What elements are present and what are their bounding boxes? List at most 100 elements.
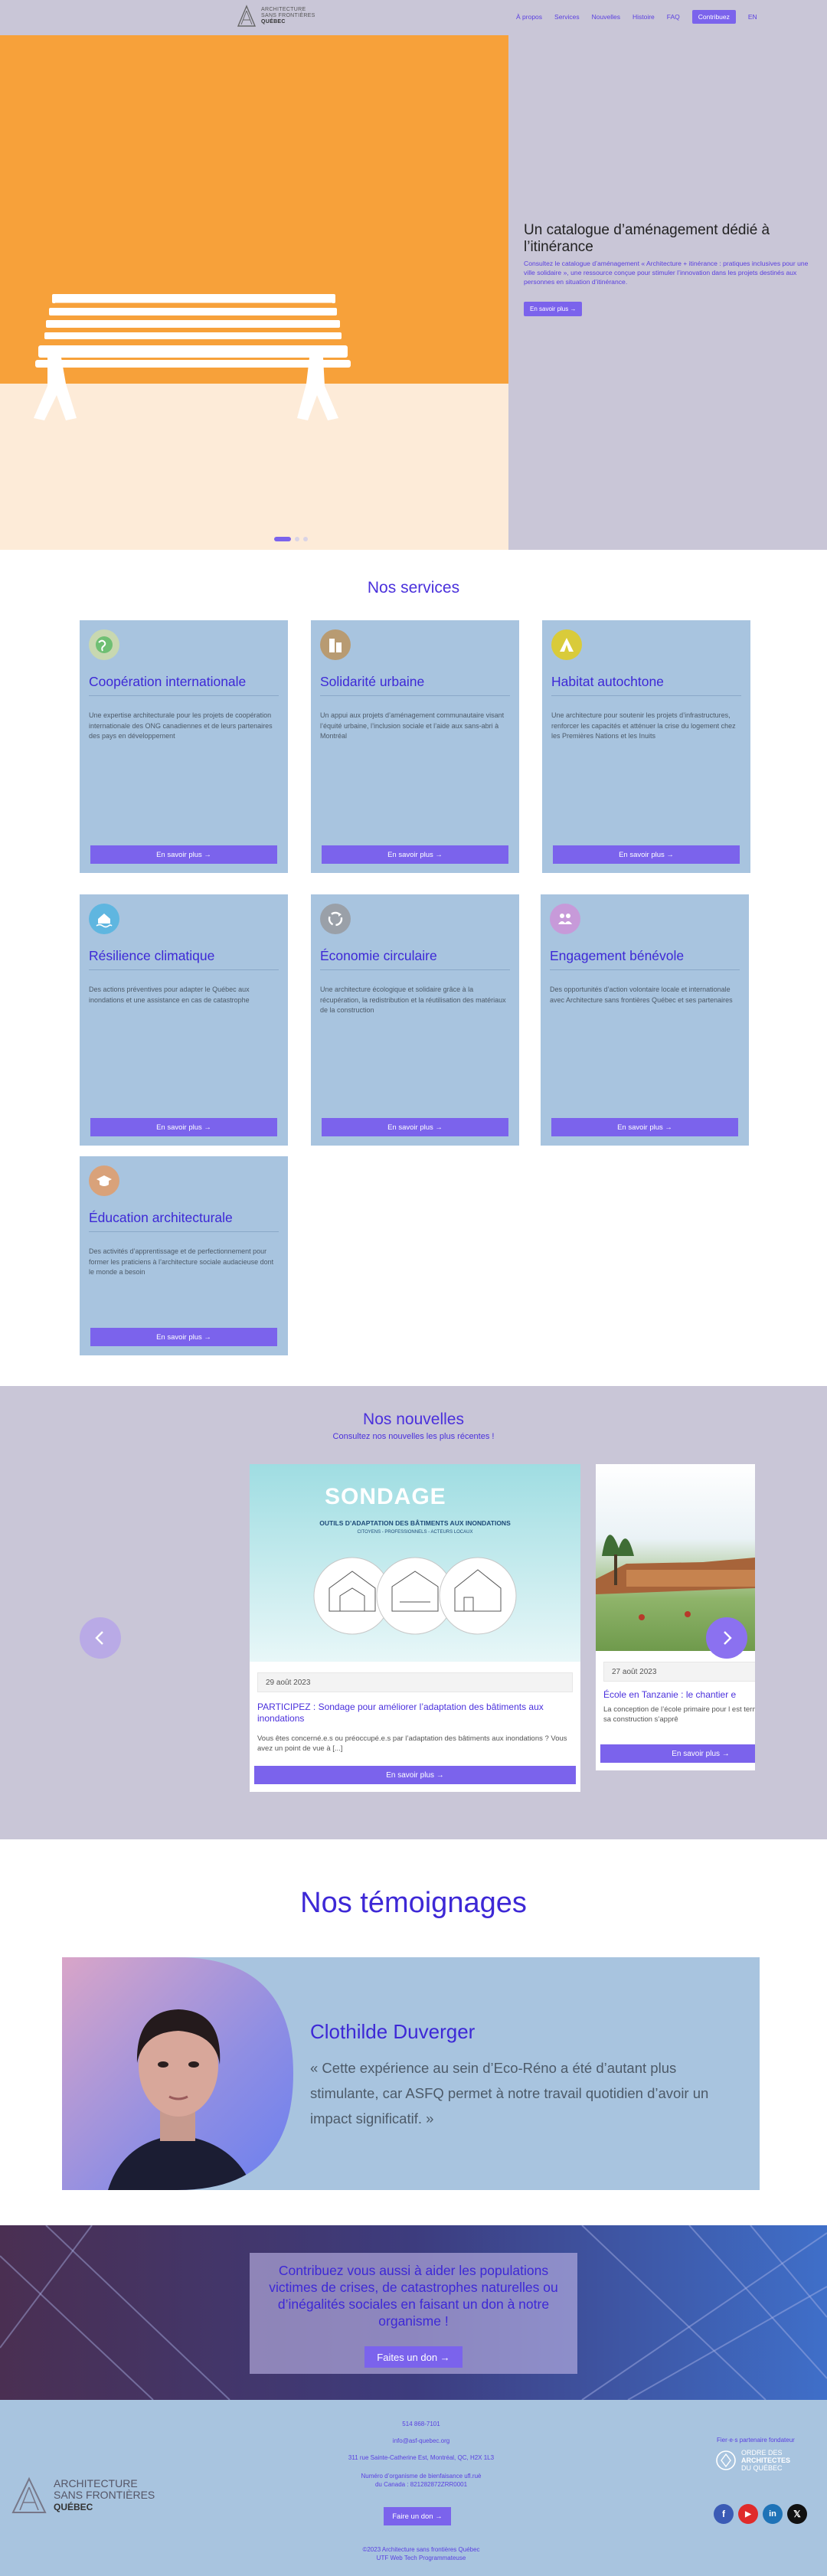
service-learn-more-button[interactable]: En savoir plus → [322, 845, 508, 864]
youtube-icon[interactable]: ▶ [738, 2504, 758, 2524]
news-image-subheading: OUTILS D’ADAPTATION DES BÂTIMENTS AUX IN… [319, 1519, 511, 1527]
main-nav: À propos Services Nouvelles Histoire FAQ… [516, 10, 757, 24]
testimonial-photo [62, 1957, 293, 2190]
partner-name-line-2: ARCHITECTES [741, 2457, 791, 2464]
chevron-left-icon [95, 1631, 103, 1645]
chevron-right-icon [724, 1631, 732, 1645]
testimonial-card: Clothilde Duverger « Cette expérience au… [62, 1957, 760, 2190]
nav-services[interactable]: Services [554, 13, 580, 21]
service-title: Habitat autochtone [551, 674, 664, 689]
service-text: Une architecture pour soutenir les proje… [551, 711, 736, 740]
news-title: Nos nouvelles [363, 1411, 464, 1428]
service-learn-more-button[interactable]: En savoir plus → [551, 1118, 738, 1136]
news-title-link[interactable]: École en Tanzanie : le chantier e [603, 1689, 755, 1701]
footer-credit[interactable]: UTF Web Tech Programmateuse [306, 2554, 536, 2562]
footer-email[interactable]: info@asf-quebec.org [306, 2437, 536, 2445]
language-switch[interactable]: EN [748, 13, 757, 21]
footer-charity-line-1: Numéro d’organisme de bienfaisance ufl.r… [361, 2473, 482, 2480]
service-learn-more-button[interactable]: En savoir plus → [90, 845, 277, 864]
service-learn-more-button[interactable]: En savoir plus → [553, 845, 740, 864]
graduation-cap-icon [89, 1165, 119, 1196]
divider [89, 695, 279, 696]
social-links: f ▶ in 𝕏 [714, 2504, 807, 2524]
donate-button[interactable]: Faites un don → [364, 2346, 463, 2368]
service-learn-more-button[interactable]: En savoir plus → [90, 1328, 277, 1346]
testimonial-quote: « Cette expérience au sein d’Eco-Réno a … [310, 2060, 709, 2127]
service-title: Solidarité urbaine [320, 674, 425, 689]
logo-line-3: QUÉBEC [261, 19, 286, 25]
hero-image [0, 35, 508, 550]
testimonials-section: Nos témoignages Clothilde Duverger « Cet… [0, 1839, 827, 2225]
footer-donate-button[interactable]: Faire un don → [384, 2507, 451, 2525]
linkedin-icon[interactable]: in [763, 2504, 783, 2524]
bench-illustration [34, 294, 351, 420]
nav-a-propos[interactable]: À propos [516, 13, 542, 21]
divider [89, 969, 279, 970]
service-text: Une architecture écologique et solidaire… [320, 986, 506, 1014]
footer-logo-line-3: QUÉBEC [54, 2502, 93, 2512]
page: ARCHITECTURE SANS FRONTIÈRES QUÉBEC À pr… [0, 0, 827, 2576]
divider [550, 969, 740, 970]
footer-charity-line-2: du Canada : 821282872ZRR0001 [374, 2481, 468, 2488]
site-logo[interactable]: ARCHITECTURE SANS FRONTIÈRES QUÉBEC [237, 5, 315, 28]
hero-carousel: Un catalogue d’aménagement dédié à l’iti… [0, 35, 827, 550]
divider [551, 695, 741, 696]
footer-logo[interactable]: ARCHITECTURE SANS FRONTIÈRES QUÉBEC [11, 2476, 155, 2515]
partner-logo-oaq[interactable]: ORDRE DES ARCHITECTES DU QUÉBEC [715, 2449, 790, 2472]
news-date: 29 août 2023 [257, 1672, 573, 1692]
nav-histoire[interactable]: Histoire [633, 13, 655, 21]
site-header: ARCHITECTURE SANS FRONTIÈRES QUÉBEC À pr… [0, 0, 827, 35]
news-title-link[interactable]: PARTICIPEZ : Sondage pour améliorer l’ad… [257, 1702, 573, 1724]
asf-logo-icon [237, 5, 257, 27]
news-subtitle: Consultez nos nouvelles les plus récente… [332, 1432, 495, 1441]
footer-logo-line-2: SANS FRONTIÈRES [54, 2489, 155, 2501]
logo-line-2: SANS FRONTIÈRES [261, 13, 315, 18]
divider [320, 969, 510, 970]
news-learn-more-button[interactable]: En savoir plus → [600, 1744, 755, 1763]
divider [89, 1231, 279, 1232]
carousel-next-button[interactable] [706, 1617, 747, 1659]
carousel-prev-button[interactable] [80, 1617, 121, 1659]
footer-copyright: ©2023 Architecture sans frontières Québe… [362, 2546, 480, 2553]
recycle-icon [320, 904, 351, 934]
hero-content: Un catalogue d’aménagement dédié à l’iti… [508, 35, 827, 550]
building-icon [320, 629, 351, 660]
service-title: Éducation architecturale [89, 1210, 233, 1225]
service-learn-more-button[interactable]: En savoir plus → [90, 1118, 277, 1136]
service-card-resilience: Résilience climatique Des actions préven… [80, 894, 288, 1146]
partner-name-line-3: DU QUÉBEC [741, 2464, 783, 2472]
site-footer: 514 868-7101 info@asf-quebec.org 311 rue… [0, 2400, 827, 2576]
globe-icon [89, 629, 119, 660]
nav-contribuez-button[interactable]: Contribuez [691, 10, 736, 24]
news-excerpt: Vous êtes concerné.e.s ou préoccupé.e.s … [257, 1734, 567, 1753]
service-learn-more-button[interactable]: En savoir plus → [322, 1118, 508, 1136]
service-title: Engagement bénévole [550, 948, 685, 963]
carousel-dots [274, 537, 308, 541]
news-image-caption: CITOYENS - PROFESSIONNELS - ACTEURS LOCA… [357, 1530, 473, 1535]
hero-learn-more-button[interactable]: En savoir plus → [524, 302, 583, 316]
news-card[interactable]: SONDAGE OUTILS D’ADAPTATION DES BÂTIMENT… [250, 1464, 580, 1792]
partner-name: ORDRE DES ARCHITECTES DU QUÉBEC [741, 2449, 790, 2472]
donate-text: Contribuez vous aussi à aider les popula… [269, 2263, 558, 2329]
carousel-dot-1[interactable] [274, 537, 291, 541]
service-card-engagement: Engagement bénévole Des opportunités d’a… [541, 894, 749, 1146]
carousel-dot-3[interactable] [303, 537, 308, 541]
carousel-dot-2[interactable] [295, 537, 299, 541]
service-card-economie: Économie circulaire Une architecture éco… [311, 894, 519, 1146]
x-icon[interactable]: 𝕏 [787, 2504, 807, 2524]
nav-faq[interactable]: FAQ [667, 13, 680, 21]
news-excerpt: La conception de l’école primaire pour l… [603, 1705, 755, 1724]
news-learn-more-button[interactable]: En savoir plus → [254, 1766, 576, 1784]
asf-logo-icon [11, 2476, 47, 2513]
news-image-heading: SONDAGE [325, 1484, 446, 1509]
logo-line-1: ARCHITECTURE [261, 7, 306, 12]
services-title: Nos services [367, 579, 460, 597]
service-text: Des opportunités d’action volontaire loc… [550, 986, 733, 1004]
facebook-icon[interactable]: f [714, 2504, 734, 2524]
divider [320, 695, 510, 696]
nav-nouvelles[interactable]: Nouvelles [592, 13, 620, 21]
partner-label: Fier·e·s partenaire fondateur [717, 2437, 795, 2444]
service-card-habitat: Habitat autochtone Une architecture pour… [542, 620, 750, 873]
footer-phone[interactable]: 514 868-7101 [306, 2420, 536, 2428]
partner-name-line-1: ORDRE DES [741, 2449, 783, 2457]
